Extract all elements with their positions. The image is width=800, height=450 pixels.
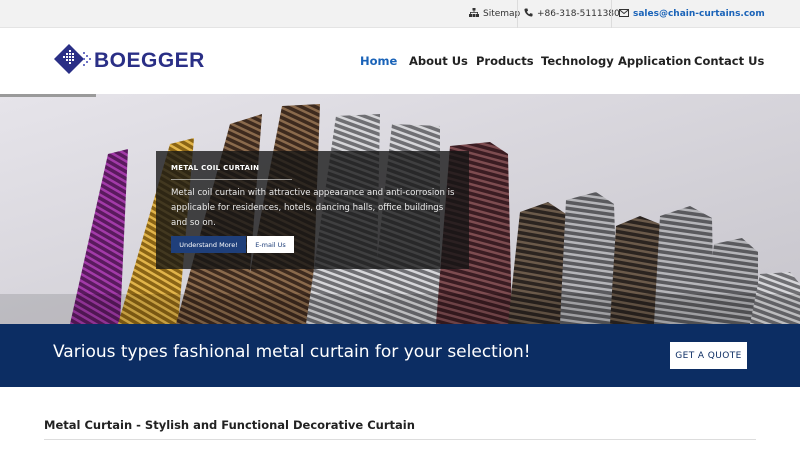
topbar-divider <box>517 0 518 28</box>
get-a-quote-button[interactable]: GET A QUOTE <box>670 342 747 369</box>
email-link[interactable]: sales@chain-curtains.com <box>619 0 765 28</box>
email-address: sales@chain-curtains.com <box>633 9 765 19</box>
phone-icon <box>524 8 537 20</box>
nav-item-application[interactable]: Application <box>618 54 691 68</box>
nav-item-products[interactable]: Products <box>476 54 534 68</box>
slide-caption-box: METAL COIL CURTAIN Metal coil curtain wi… <box>156 151 469 269</box>
slide-title-underline <box>171 179 292 180</box>
nav-item-home[interactable]: Home <box>360 54 397 68</box>
nav-item-about-us[interactable]: About Us <box>409 54 468 68</box>
hero-slider[interactable]: METAL COIL CURTAIN Metal coil curtain wi… <box>0 94 800 324</box>
promo-banner: Various types fashional metal curtain fo… <box>0 324 800 387</box>
slide-description: Metal coil curtain with attractive appea… <box>171 188 455 228</box>
site-header: BOEGGER Home About Us Products Technolog… <box>0 28 800 94</box>
promo-text: Various types fashional metal curtain fo… <box>53 342 531 362</box>
understand-more-button[interactable]: Understand More! <box>171 236 246 253</box>
top-utility-bar: Sitemap +86-318-5111380 sales@chain-curt… <box>0 0 800 28</box>
sitemap-icon <box>469 8 483 20</box>
diamond-grid-logo-icon <box>54 43 92 79</box>
phone-link[interactable]: +86-318-5111380 <box>524 0 620 28</box>
phone-number: +86-318-5111380 <box>537 9 620 19</box>
sitemap-link[interactable]: Sitemap <box>469 0 520 28</box>
slider-progress-bar <box>0 94 96 97</box>
section-divider <box>44 439 756 440</box>
section-heading: Metal Curtain - Stylish and Functional D… <box>44 418 415 432</box>
envelope-icon <box>619 8 633 20</box>
topbar-divider <box>611 0 612 28</box>
brand-logo[interactable]: BOEGGER <box>54 43 205 79</box>
email-us-button[interactable]: E-mail Us <box>247 236 294 253</box>
nav-item-contact-us[interactable]: Contact Us <box>694 54 764 68</box>
brand-name: BOEGGER <box>94 49 205 72</box>
sitemap-label: Sitemap <box>483 9 521 19</box>
slide-title: METAL COIL CURTAIN <box>171 164 260 172</box>
nav-item-technology[interactable]: Technology <box>541 54 614 68</box>
